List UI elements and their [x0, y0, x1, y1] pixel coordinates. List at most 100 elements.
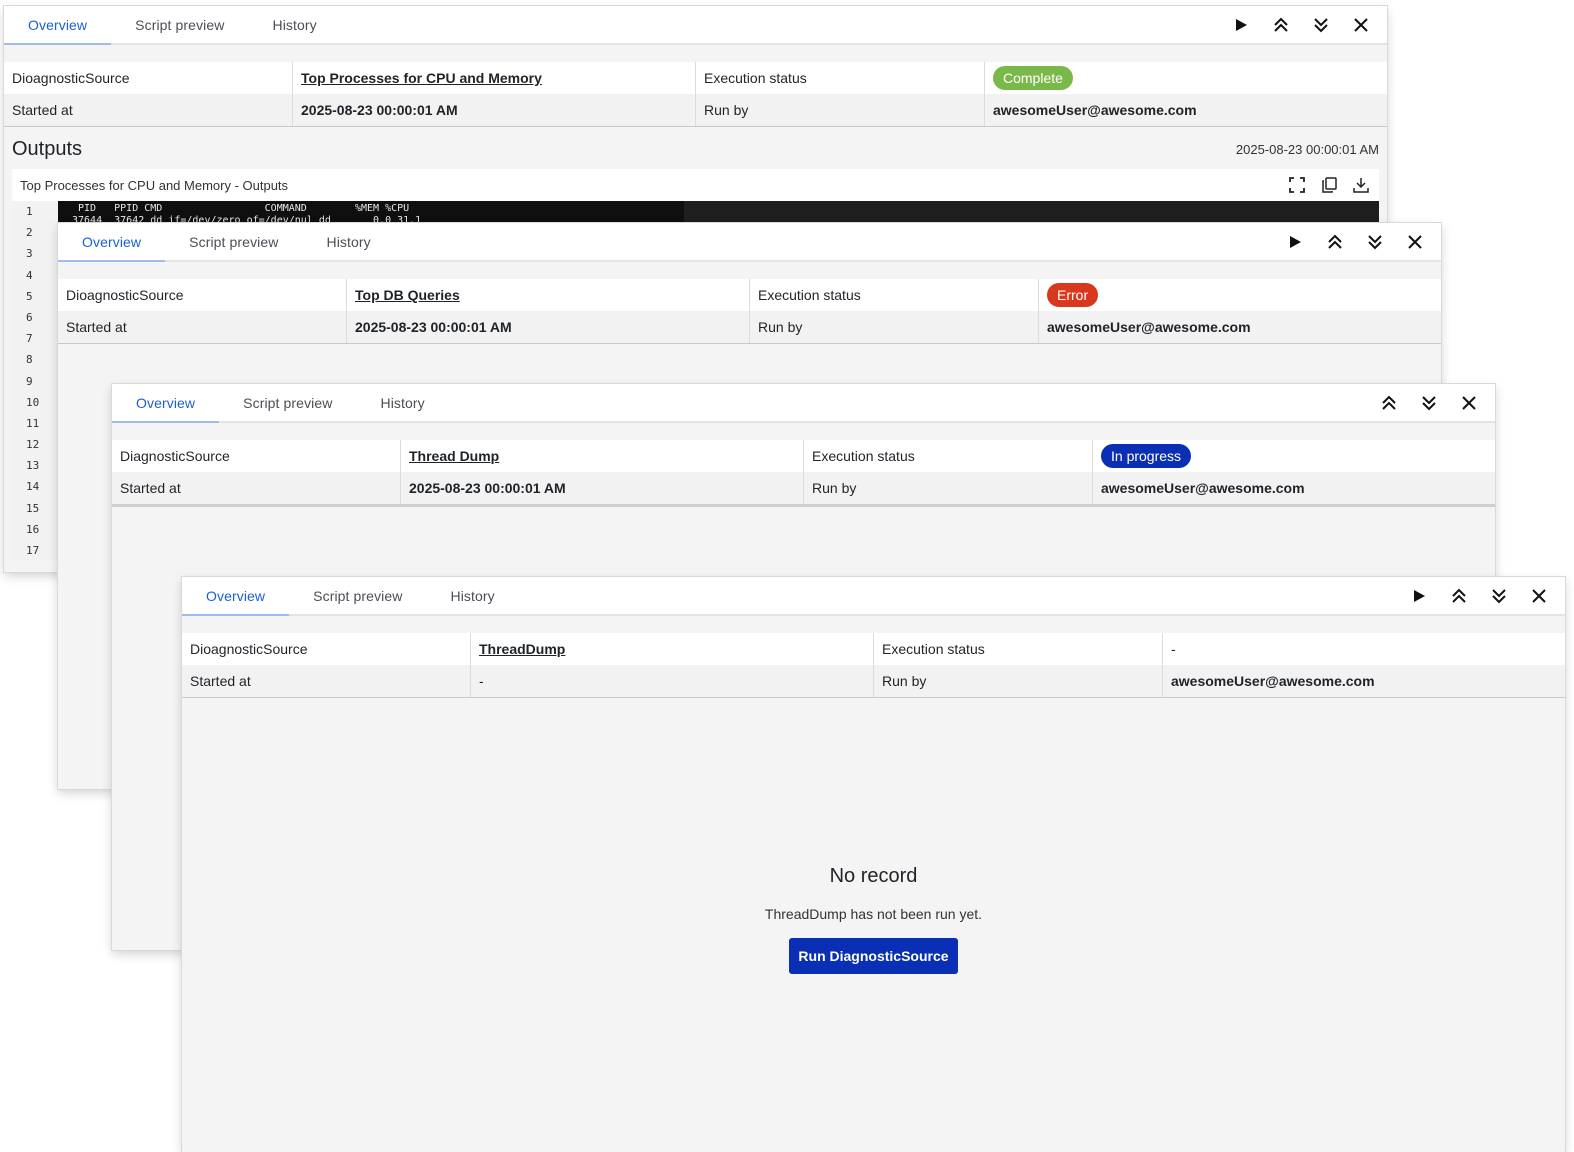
close-icon[interactable]	[1519, 577, 1559, 614]
copy-icon[interactable]	[1319, 175, 1339, 195]
panel-tabbar: Overview Script preview History	[112, 384, 1495, 423]
run-by-value: awesomeUser@awesome.com	[993, 102, 1197, 118]
collapse-up-icon[interactable]	[1369, 384, 1409, 421]
play-icon[interactable]	[1275, 223, 1315, 260]
tab-overview[interactable]: Overview	[4, 6, 112, 45]
line-number: 13	[26, 459, 40, 473]
close-icon[interactable]	[1395, 223, 1435, 260]
panel-actions	[1369, 384, 1489, 421]
line-number: 16	[26, 522, 40, 536]
empty-state-subtitle: ThreadDump has not been run yet.	[764, 906, 983, 922]
tab-overview[interactable]: Overview	[112, 384, 220, 423]
run-by-value: awesomeUser@awesome.com	[1171, 673, 1375, 689]
tab-script-preview[interactable]: Script preview	[165, 223, 302, 260]
expand-down-icon[interactable]	[1479, 577, 1519, 614]
started-at-label: Started at	[112, 472, 401, 504]
play-icon[interactable]	[1399, 577, 1439, 614]
line-number: 4	[26, 268, 33, 282]
source-link[interactable]: ThreadDump	[479, 641, 565, 657]
started-at-label: Started at	[58, 311, 347, 343]
source-label: DioagnosticSource	[4, 62, 293, 94]
collapse-up-icon[interactable]	[1439, 577, 1479, 614]
output-card-header: Top Processes for CPU and Memory - Outpu…	[12, 169, 1379, 201]
info-table: DioagnosticSource Top DB Queries Executi…	[58, 279, 1441, 344]
run-by-label: Run by	[874, 665, 1163, 697]
line-number: 14	[26, 480, 40, 494]
expand-down-icon[interactable]	[1355, 223, 1395, 260]
run-by-label: Run by	[750, 311, 1039, 343]
started-at-label: Started at	[182, 665, 471, 697]
execution-status-label: Execution status	[874, 633, 1163, 665]
run-by-value: awesomeUser@awesome.com	[1047, 319, 1251, 335]
tab-overview[interactable]: Overview	[182, 577, 290, 616]
status-badge: Error	[1047, 283, 1099, 307]
tab-script-preview[interactable]: Script preview	[289, 577, 426, 614]
panel-actions	[1221, 6, 1381, 43]
source-link[interactable]: Top DB Queries	[355, 287, 460, 303]
collapse-up-icon[interactable]	[1261, 6, 1301, 43]
close-icon[interactable]	[1449, 384, 1489, 421]
panel-tabbar: Overview Script preview History	[4, 6, 1387, 45]
tab-history[interactable]: History	[426, 577, 518, 614]
run-by-label: Run by	[804, 472, 1093, 504]
output-card-title: Top Processes for CPU and Memory - Outpu…	[20, 177, 289, 193]
source-label: DiagnosticSource	[112, 440, 401, 472]
run-by-label: Run by	[696, 94, 985, 126]
line-number: 11	[26, 416, 40, 430]
line-number: 12	[26, 438, 40, 452]
source-label: DioagnosticSource	[58, 279, 347, 311]
line-number: 1	[26, 205, 33, 218]
play-icon[interactable]	[1221, 6, 1261, 43]
tab-overview[interactable]: Overview	[58, 223, 166, 262]
collapse-up-icon[interactable]	[1315, 223, 1355, 260]
empty-state: No record ThreadDump has not been run ye…	[182, 865, 1565, 974]
info-table: DiagnosticSource Thread Dump Execution s…	[112, 440, 1495, 507]
download-icon[interactable]	[1351, 175, 1371, 195]
run-by-value: awesomeUser@awesome.com	[1101, 480, 1305, 496]
tab-script-preview[interactable]: Script preview	[111, 6, 248, 43]
info-table: DioagnosticSource Top Processes for CPU …	[4, 62, 1387, 127]
line-number: 8	[26, 353, 33, 367]
started-at-label: Started at	[4, 94, 293, 126]
line-number: 17	[26, 544, 40, 557]
started-at-value: 2025-08-23 00:00:01 AM	[347, 311, 750, 343]
source-label: DioagnosticSource	[182, 633, 471, 665]
tab-history[interactable]: History	[356, 384, 448, 421]
tab-history[interactable]: History	[248, 6, 340, 43]
line-number: 15	[26, 501, 40, 515]
outputs-timestamp: 2025-08-23 00:00:01 AM	[1235, 141, 1379, 157]
started-at-value: -	[471, 665, 874, 697]
panel-actions	[1399, 577, 1559, 614]
panel-actions	[1275, 223, 1435, 260]
execution-status-label: Execution status	[804, 440, 1093, 472]
execution-status-label: Execution status	[696, 62, 985, 94]
status-badge: In progress	[1101, 444, 1192, 468]
run-diagnostic-button[interactable]: Run DiagnosticSource	[789, 938, 958, 974]
fullscreen-icon[interactable]	[1287, 175, 1307, 195]
tab-script-preview[interactable]: Script preview	[219, 384, 356, 421]
expand-down-icon[interactable]	[1409, 384, 1449, 421]
line-number-gutter: 1 2 3 4 5 6 7 8 9 10 11 12 13 14 15 16 17	[12, 201, 58, 561]
diagnostic-panel-thread-dump-empty: Overview Script preview History Dioagnos…	[182, 577, 1565, 1152]
terminal-line: PID PPID CMD COMMAND %MEM %CPU	[72, 203, 410, 214]
status-value: -	[1171, 641, 1176, 657]
started-at-value: 2025-08-23 00:00:01 AM	[401, 472, 804, 504]
status-badge: Complete	[993, 66, 1073, 90]
source-link[interactable]: Top Processes for CPU and Memory	[301, 70, 542, 86]
line-number: 3	[26, 247, 33, 261]
outputs-title: Outputs	[12, 137, 83, 160]
outputs-header: Outputs 2025-08-23 00:00:01 AM	[4, 127, 1387, 163]
line-number: 5	[26, 289, 33, 303]
line-number: 10	[26, 395, 40, 409]
expand-down-icon[interactable]	[1301, 6, 1341, 43]
source-link[interactable]: Thread Dump	[409, 448, 499, 464]
close-icon[interactable]	[1341, 6, 1381, 43]
empty-state-title: No record	[829, 865, 918, 887]
started-at-value: 2025-08-23 00:00:01 AM	[293, 94, 696, 126]
execution-status-label: Execution status	[750, 279, 1039, 311]
line-number: 6	[26, 310, 33, 324]
tab-history[interactable]: History	[302, 223, 394, 260]
line-number: 2	[26, 226, 33, 240]
line-number: 9	[26, 374, 33, 388]
info-table: DioagnosticSource ThreadDump Execution s…	[182, 633, 1565, 698]
